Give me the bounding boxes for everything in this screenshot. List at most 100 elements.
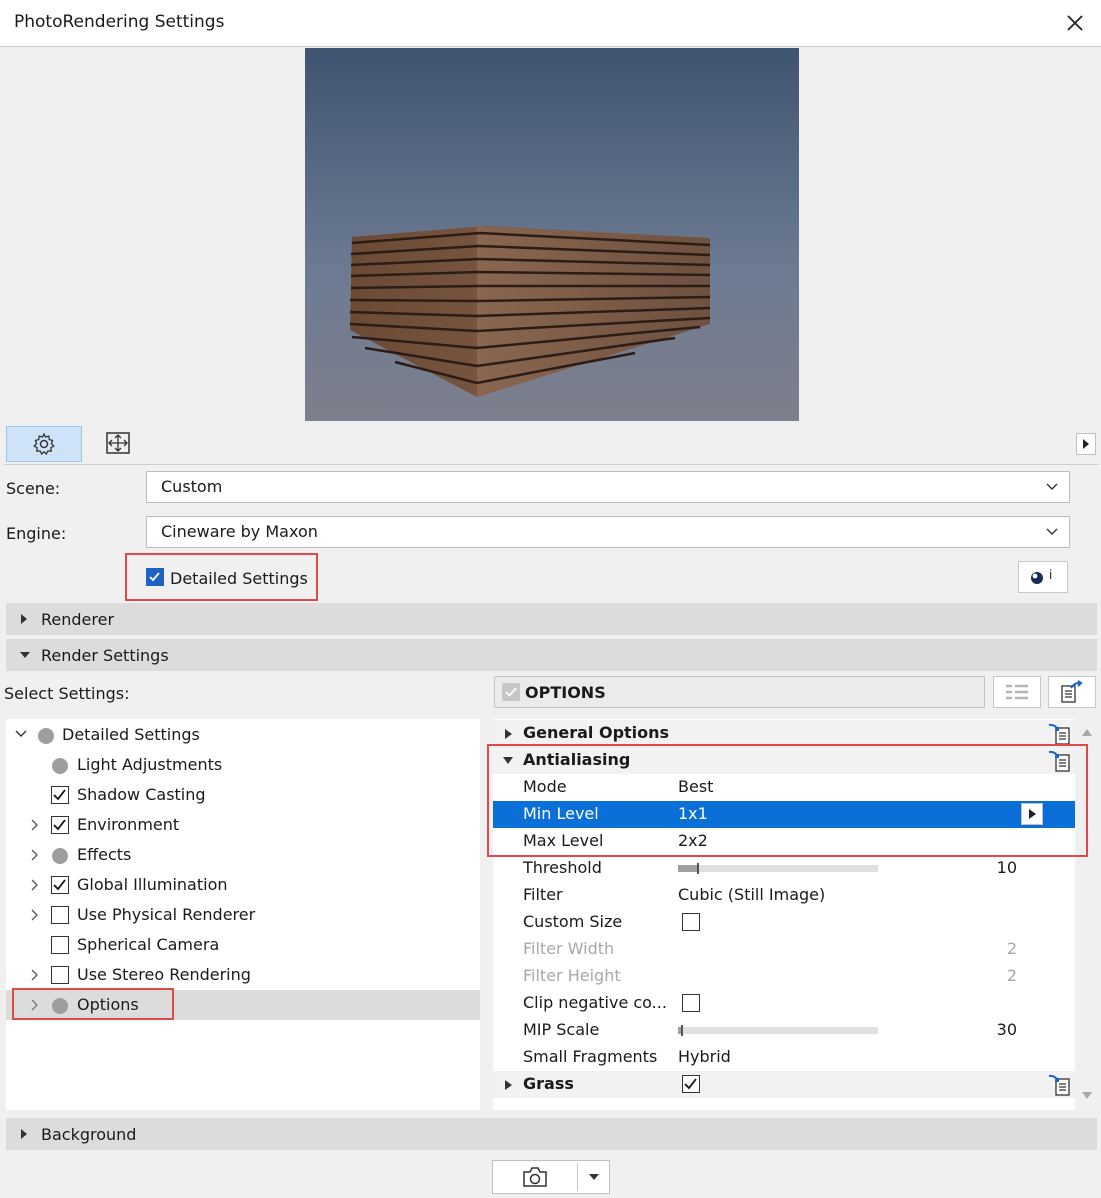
caret-down-icon bbox=[589, 1174, 599, 1180]
tree-item-use-stereo-rendering[interactable]: Use Stereo Rendering bbox=[6, 960, 480, 990]
triangle-right-icon bbox=[21, 614, 27, 624]
tree-item-label: Global Illumination bbox=[77, 875, 228, 894]
use-stereo-rendering-checkbox[interactable] bbox=[51, 966, 69, 984]
global-illumination-checkbox[interactable] bbox=[51, 876, 69, 894]
small-fragments-row[interactable]: Small Fragments Hybrid bbox=[493, 1044, 1075, 1071]
checkmark-icon bbox=[53, 819, 66, 831]
engine-select[interactable]: Cineware by Maxon bbox=[146, 516, 1070, 548]
tree-item-label: Use Stereo Rendering bbox=[77, 965, 251, 984]
spherical-camera-checkbox[interactable] bbox=[51, 936, 69, 954]
chevron-down-icon bbox=[1046, 483, 1058, 490]
checkmark-icon bbox=[53, 789, 66, 801]
tree-item-label: Use Physical Renderer bbox=[77, 905, 256, 924]
expand-panel-button[interactable] bbox=[1076, 433, 1096, 455]
select-settings-label: Select Settings: bbox=[4, 684, 130, 703]
shadow-casting-checkbox[interactable] bbox=[51, 786, 69, 804]
clip-negative-row[interactable]: Clip negative co... bbox=[493, 990, 1075, 1017]
chevron-down-icon bbox=[15, 730, 27, 737]
partial-state-dot bbox=[52, 758, 68, 774]
tab-size[interactable] bbox=[81, 426, 155, 460]
list-view-icon bbox=[1006, 684, 1028, 700]
tree-item-spherical-camera[interactable]: Spherical Camera bbox=[6, 930, 480, 960]
import-settings-icon[interactable] bbox=[1047, 1073, 1073, 1097]
scene-value: Custom bbox=[161, 477, 223, 496]
background-section-title: Background bbox=[41, 1125, 137, 1144]
filter-row[interactable]: Filter Cubic (Still Image) bbox=[493, 882, 1075, 909]
scroll-down-icon[interactable] bbox=[1082, 1092, 1092, 1100]
checkmark-icon bbox=[53, 879, 66, 891]
renderer-section-title: Renderer bbox=[41, 610, 115, 629]
import-settings-icon[interactable] bbox=[1047, 722, 1073, 746]
mip-scale-value: 30 bbox=[996, 1020, 1017, 1039]
cinema4d-logo-icon bbox=[1031, 572, 1043, 584]
clip-negative-checkbox[interactable] bbox=[682, 994, 700, 1012]
scene-label: Scene: bbox=[6, 479, 61, 498]
tree-item-detailed-settings[interactable]: Detailed Settings bbox=[6, 720, 480, 750]
background-section-header[interactable]: Background bbox=[6, 1118, 1097, 1150]
info-label: i bbox=[1049, 568, 1053, 582]
custom-size-row[interactable]: Custom Size bbox=[493, 909, 1075, 936]
environment-checkbox[interactable] bbox=[51, 816, 69, 834]
list-view-button[interactable] bbox=[993, 676, 1041, 708]
custom-size-label: Custom Size bbox=[523, 912, 623, 931]
threshold-slider[interactable] bbox=[678, 863, 878, 874]
filter-height-value: 2 bbox=[1006, 966, 1017, 985]
options-header-title: OPTIONS bbox=[525, 683, 606, 702]
scene-select[interactable]: Custom bbox=[146, 471, 1070, 503]
use-physical-renderer-checkbox[interactable] bbox=[51, 906, 69, 924]
scroll-up-icon[interactable] bbox=[1082, 728, 1092, 736]
window-title: PhotoRendering Settings bbox=[14, 12, 225, 32]
partial-state-dot bbox=[52, 848, 68, 864]
grass-group[interactable]: Grass bbox=[493, 1071, 1075, 1098]
tree-item-shadow-casting[interactable]: Shadow Casting bbox=[6, 780, 480, 810]
chevron-right-icon bbox=[31, 969, 38, 981]
export-settings-button[interactable] bbox=[1048, 676, 1096, 708]
checkmark-icon bbox=[149, 572, 160, 582]
tree-item-environment[interactable]: Environment bbox=[6, 810, 480, 840]
renderer-section-header[interactable]: Renderer bbox=[6, 603, 1097, 635]
options-header-field: OPTIONS bbox=[494, 676, 985, 708]
tree-item-global-illumination[interactable]: Global Illumination bbox=[6, 870, 480, 900]
filter-label: Filter bbox=[523, 885, 563, 904]
tree-item-light-adjustments[interactable]: Light Adjustments bbox=[6, 750, 480, 780]
options-enabled-checkbox[interactable] bbox=[502, 683, 520, 701]
render-options-dropdown[interactable] bbox=[578, 1161, 610, 1193]
render-settings-section-header[interactable]: Render Settings bbox=[6, 639, 1097, 671]
resize-frame-icon bbox=[106, 432, 130, 454]
close-icon bbox=[1067, 15, 1083, 31]
tree-item-label: Spherical Camera bbox=[77, 935, 220, 954]
engine-info-button[interactable]: i bbox=[1018, 561, 1068, 593]
chevron-right-icon bbox=[31, 849, 38, 861]
tree-item-effects[interactable]: Effects bbox=[6, 840, 480, 870]
tab-settings[interactable] bbox=[6, 426, 82, 462]
triangle-down-icon bbox=[20, 652, 30, 658]
detailed-settings-checkbox[interactable] bbox=[146, 568, 164, 586]
close-button[interactable] bbox=[1058, 6, 1092, 40]
threshold-label: Threshold bbox=[523, 858, 602, 877]
panel-tab-row bbox=[4, 422, 1098, 465]
slider-handle[interactable] bbox=[681, 1025, 683, 1036]
render-split-button[interactable] bbox=[492, 1160, 610, 1194]
grass-checkbox[interactable] bbox=[682, 1075, 700, 1093]
properties-scrollbar[interactable] bbox=[1078, 726, 1096, 1106]
render-button[interactable] bbox=[493, 1161, 577, 1193]
engine-value: Cineware by Maxon bbox=[161, 522, 318, 541]
slider-fill bbox=[678, 865, 698, 872]
triangle-right-icon bbox=[1083, 439, 1089, 449]
render-settings-section-title: Render Settings bbox=[41, 646, 169, 665]
checkmark-icon bbox=[505, 687, 517, 697]
group-label: Grass bbox=[523, 1074, 574, 1093]
mip-scale-slider[interactable] bbox=[678, 1025, 878, 1036]
tree-item-use-physical-renderer[interactable]: Use Physical Renderer bbox=[6, 900, 480, 930]
tree-item-label: Detailed Settings bbox=[62, 725, 200, 744]
export-document-icon bbox=[1061, 680, 1083, 703]
detailed-settings-label: Detailed Settings bbox=[170, 569, 308, 588]
triangle-right-icon bbox=[505, 1080, 512, 1090]
custom-size-checkbox[interactable] bbox=[682, 913, 700, 931]
threshold-row[interactable]: Threshold 10 bbox=[493, 855, 1075, 882]
general-options-group[interactable]: General Options bbox=[493, 720, 1075, 747]
tree-item-label: Effects bbox=[77, 845, 132, 864]
tree-item-label: Light Adjustments bbox=[77, 755, 223, 774]
mip-scale-row[interactable]: MIP Scale 30 bbox=[493, 1017, 1075, 1044]
slider-handle[interactable] bbox=[697, 863, 699, 874]
